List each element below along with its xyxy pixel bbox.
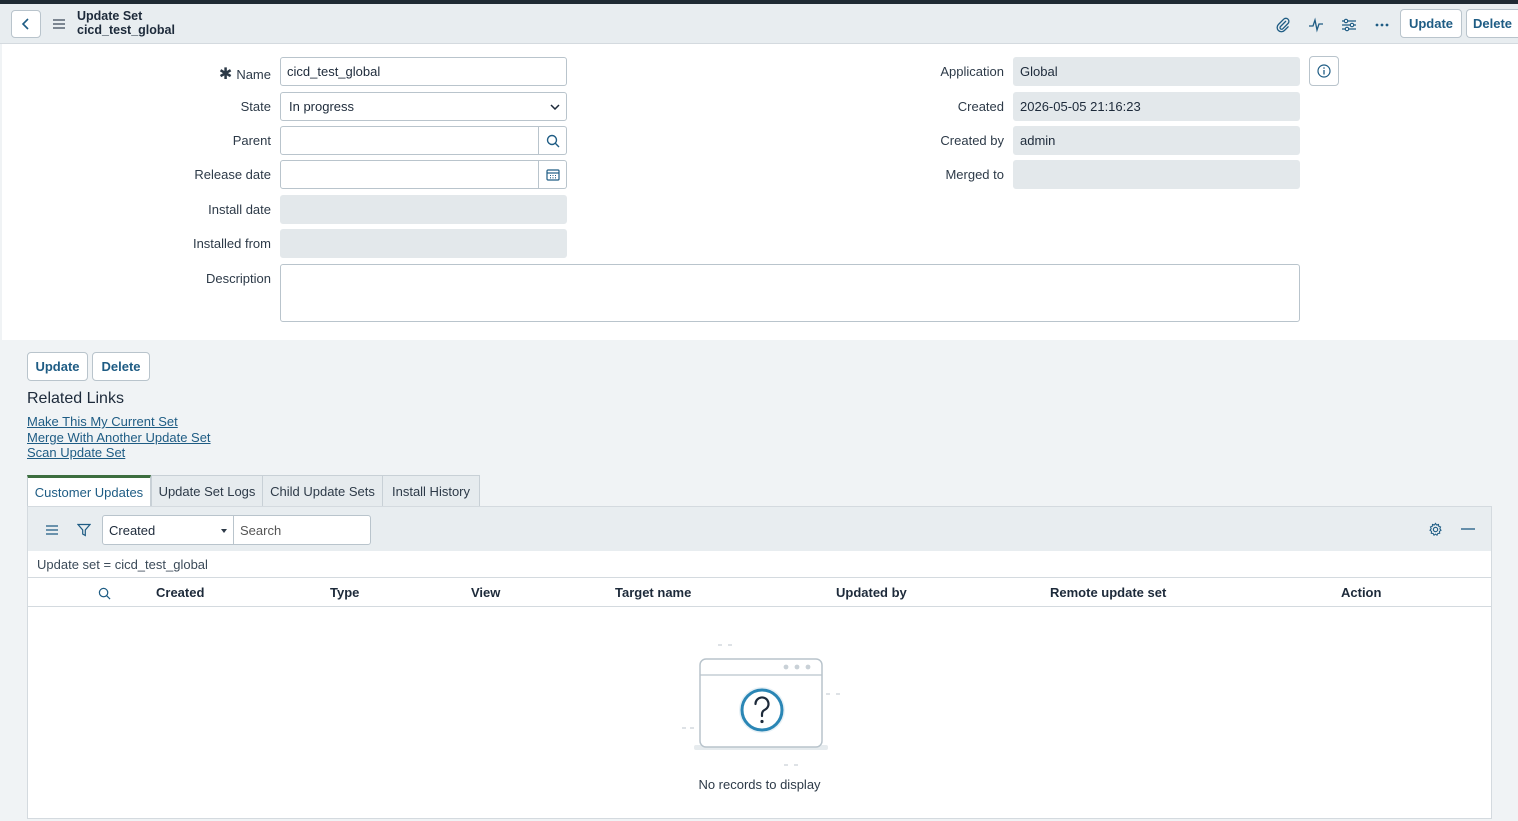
install-date-label: Install date: [208, 202, 271, 217]
list-toolbar: Created: [28, 507, 1491, 551]
column-header-created[interactable]: Created: [156, 585, 204, 600]
column-header-row: Created Type View Target name Updated by…: [28, 577, 1491, 607]
required-asterisk-icon: ✱: [218, 66, 233, 83]
make-current-set-link[interactable]: Make This My Current Set: [27, 414, 178, 429]
back-button[interactable]: [11, 10, 41, 38]
parent-lookup-button[interactable]: [539, 126, 567, 155]
created-label: Created: [957, 99, 1004, 114]
install-date-field: [280, 195, 567, 224]
installed-from-label: Installed from: [192, 236, 271, 251]
update-set-form: ✱ Name cicd_test_global State In progress…: [2, 44, 1518, 340]
collapse-icon[interactable]: [1458, 519, 1478, 539]
release-date-picker-button[interactable]: [539, 160, 567, 189]
info-icon: [1317, 64, 1331, 78]
form-header: Update Set cicd_test_global Update Delet…: [0, 4, 1518, 44]
search-field-selected: Created: [109, 522, 156, 538]
calendar-icon: [545, 169, 560, 181]
header-title: Update Set: [77, 9, 143, 23]
more-options-icon[interactable]: [1372, 15, 1392, 35]
empty-state-message: No records to display: [698, 777, 821, 792]
header-titles: Update Set cicd_test_global: [77, 9, 175, 37]
merged-to-label: Merged to: [945, 167, 1004, 182]
application-label: Application: [940, 64, 1004, 79]
column-header-remote-update-set[interactable]: Remote update set: [1050, 585, 1166, 600]
customer-updates-list: Created Update set = cicd_test_global Cr…: [27, 506, 1492, 819]
created-by-label: Created by: [940, 133, 1004, 148]
parent-label: Parent: [232, 133, 271, 148]
release-date-label: Release date: [194, 167, 271, 182]
settings-sliders-icon[interactable]: [1339, 15, 1359, 35]
state-selected-value: In progress: [289, 99, 355, 114]
filter-breadcrumb[interactable]: Update set = cicd_test_global: [37, 557, 208, 572]
header-subtitle: cicd_test_global: [77, 23, 175, 37]
empty-state-illustration-icon: [682, 644, 840, 766]
created-field: 2026-05-05 21:16:23: [1013, 92, 1300, 121]
list-search-input[interactable]: [233, 515, 371, 545]
search-field-select[interactable]: Created: [102, 515, 234, 545]
merged-to-field: [1013, 160, 1300, 189]
description-label: Description: [205, 271, 271, 286]
column-search-icon[interactable]: [94, 583, 114, 603]
column-header-type[interactable]: Type: [330, 585, 359, 600]
search-icon: [546, 134, 559, 147]
activity-icon[interactable]: [1306, 15, 1326, 35]
description-textarea[interactable]: [280, 264, 1300, 322]
column-header-updated-by[interactable]: Updated by: [836, 585, 907, 600]
tab-child-update-sets[interactable]: Child Update Sets: [262, 475, 383, 507]
application-info-button[interactable]: [1309, 56, 1339, 86]
related-links-title: Related Links: [27, 390, 124, 407]
state-label: State: [240, 99, 271, 114]
tab-customer-updates[interactable]: Customer Updates: [27, 475, 151, 507]
list-menu-icon[interactable]: [42, 520, 62, 540]
tab-install-history[interactable]: Install History: [382, 475, 480, 507]
name-field[interactable]: cicd_test_global: [280, 57, 567, 86]
header-update-button[interactable]: Update: [1400, 9, 1462, 38]
installed-from-field: [280, 229, 567, 258]
chevron-left-icon: [21, 18, 29, 30]
delete-button[interactable]: Delete: [92, 352, 150, 381]
name-label: ✱ Name: [218, 66, 271, 83]
application-field: Global: [1013, 57, 1300, 86]
created-by-field: admin: [1013, 126, 1300, 155]
tab-update-set-logs[interactable]: Update Set Logs: [151, 475, 263, 507]
context-menu-icon[interactable]: [50, 15, 68, 33]
parent-field[interactable]: [280, 126, 539, 155]
column-header-action[interactable]: Action: [1341, 585, 1381, 600]
chevron-down-icon: [550, 103, 560, 110]
caret-down-icon: [221, 529, 227, 533]
column-header-view[interactable]: View: [471, 585, 500, 600]
merge-update-set-link[interactable]: Merge With Another Update Set: [27, 430, 211, 445]
filter-icon[interactable]: [74, 520, 94, 540]
update-button[interactable]: Update: [27, 352, 88, 381]
scan-update-set-link[interactable]: Scan Update Set: [27, 445, 125, 460]
header-delete-button[interactable]: Delete: [1466, 9, 1518, 38]
state-select[interactable]: In progress: [280, 92, 567, 121]
column-header-target-name[interactable]: Target name: [615, 585, 691, 600]
paperclip-icon[interactable]: [1273, 15, 1293, 35]
gear-icon[interactable]: [1425, 519, 1445, 539]
release-date-field[interactable]: [280, 160, 539, 189]
